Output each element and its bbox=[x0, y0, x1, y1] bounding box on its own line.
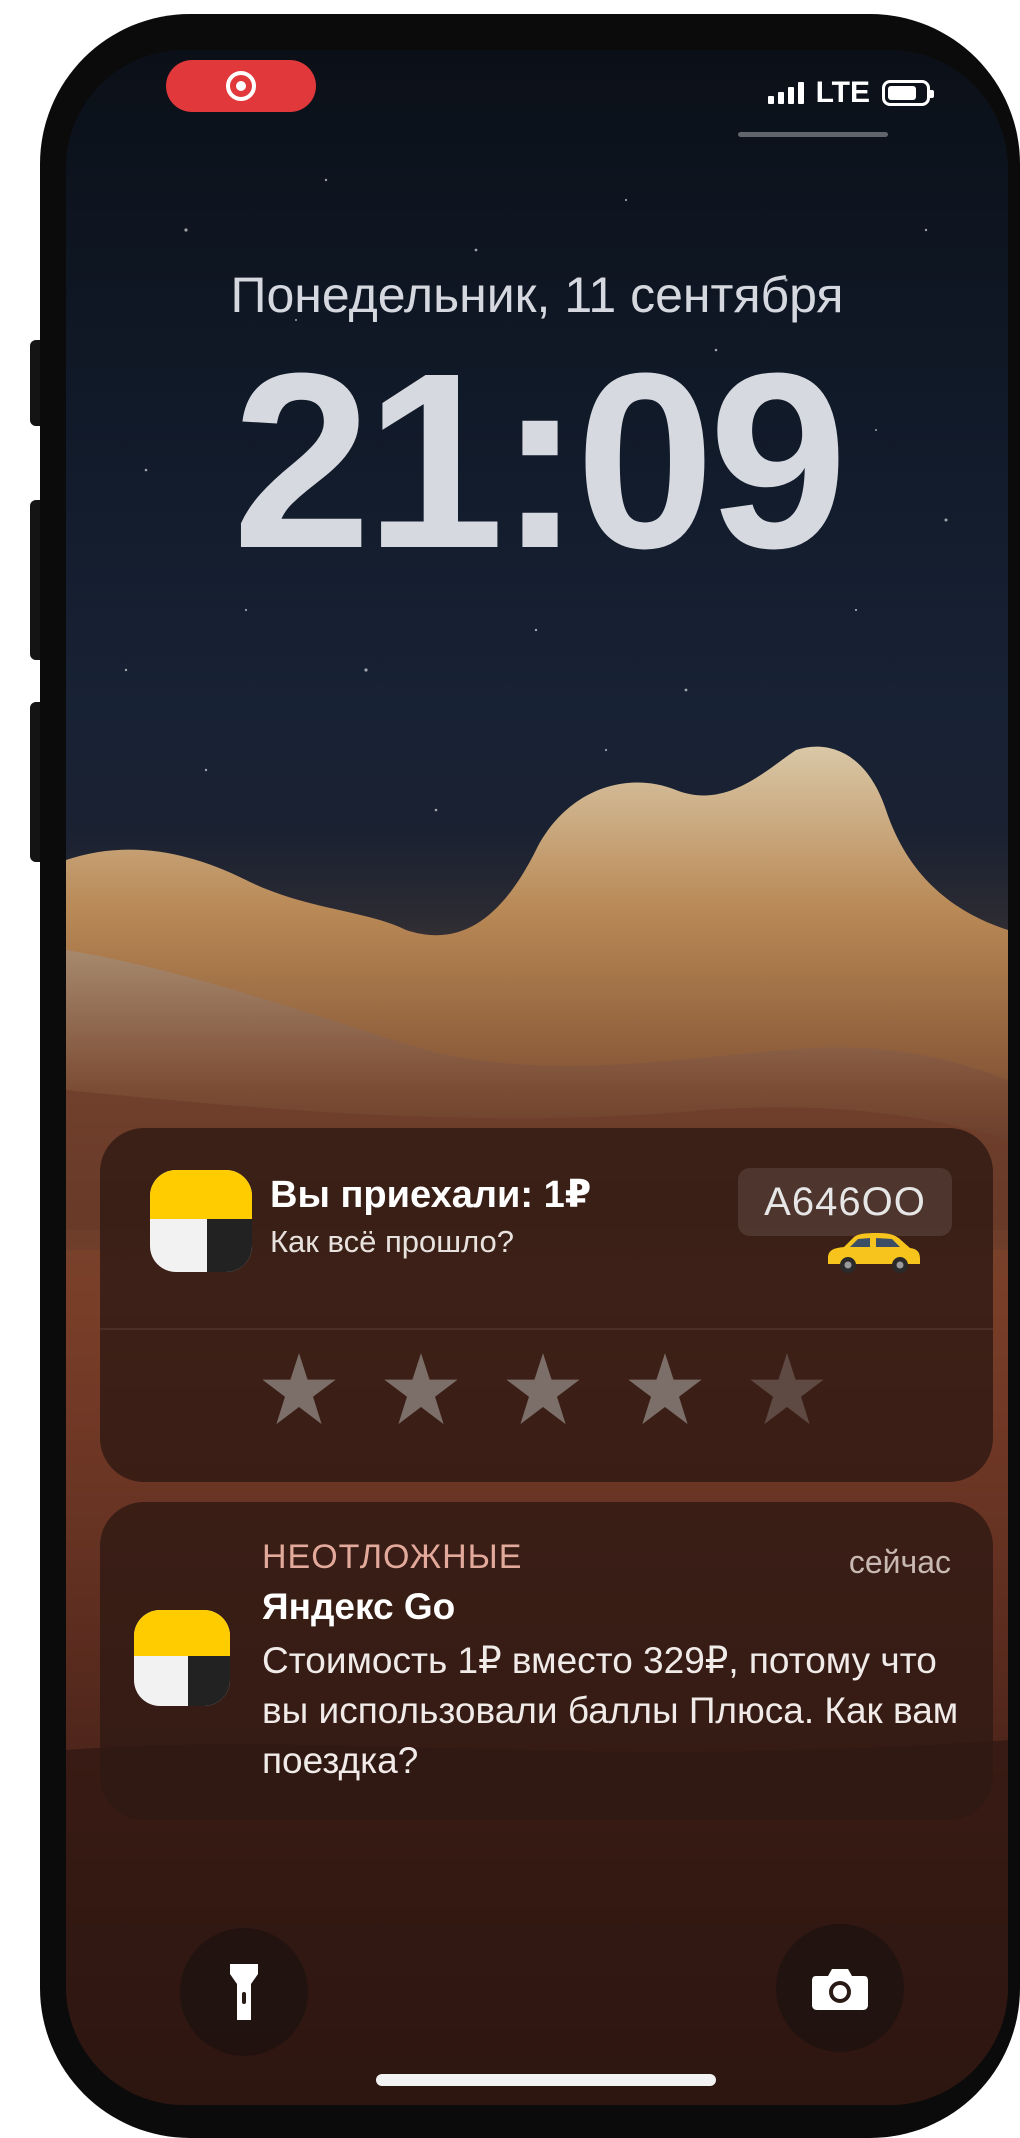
yandex-go-icon bbox=[134, 1610, 230, 1706]
license-plate: А646ОО bbox=[738, 1168, 952, 1236]
rating-star-2[interactable] bbox=[382, 1350, 460, 1428]
network-label: LTE bbox=[815, 76, 870, 109]
status-underline bbox=[738, 132, 888, 137]
notification-divider bbox=[100, 1328, 993, 1330]
camera-icon bbox=[812, 1969, 868, 2010]
lock-date: Понедельник, 11 сентября bbox=[230, 267, 844, 323]
urgent-notification[interactable]: НЕОТЛОЖНЫЕ сейчас Яндекс Go Стоимость 1₽… bbox=[100, 1502, 993, 1820]
battery-icon bbox=[882, 80, 934, 106]
lock-clock: 21:09 bbox=[232, 321, 847, 600]
home-indicator[interactable] bbox=[376, 2074, 716, 2086]
record-icon bbox=[226, 71, 256, 101]
ride-notification[interactable]: Вы приехали: 1₽ Как всё прошло? А646ОО bbox=[100, 1128, 993, 1482]
signal-bars-icon bbox=[767, 82, 804, 104]
notification-body: Стоимость 1₽ вместо 329₽, потому что вы … bbox=[262, 1640, 959, 1781]
notification-title: Вы приехали: 1₽ bbox=[270, 1174, 592, 1216]
screen-recording-indicator[interactable] bbox=[166, 60, 316, 112]
lock-screen: LTE Понедельник, 11 сентября 21:09 Вы пр… bbox=[66, 50, 1008, 2105]
flashlight-icon bbox=[230, 1964, 258, 2020]
camera-button[interactable] bbox=[776, 1924, 904, 2052]
rating-star-4[interactable] bbox=[626, 1350, 704, 1428]
status-bar: LTE bbox=[767, 76, 934, 110]
flashlight-button[interactable] bbox=[180, 1928, 308, 2056]
rating-stars bbox=[260, 1350, 826, 1428]
yellow-taxi-icon bbox=[828, 1233, 920, 1273]
notification-time: сейчас bbox=[848, 1544, 951, 1580]
notification-subtitle: Как всё прошло? bbox=[270, 1224, 515, 1259]
notification-app-name: Яндекс Go bbox=[262, 1586, 456, 1627]
yandex-go-icon bbox=[150, 1170, 252, 1272]
rating-star-1[interactable] bbox=[260, 1350, 338, 1428]
rating-star-5[interactable] bbox=[748, 1350, 826, 1428]
rating-star-3[interactable] bbox=[504, 1350, 582, 1428]
notification-tag: НЕОТЛОЖНЫЕ bbox=[262, 1538, 523, 1576]
